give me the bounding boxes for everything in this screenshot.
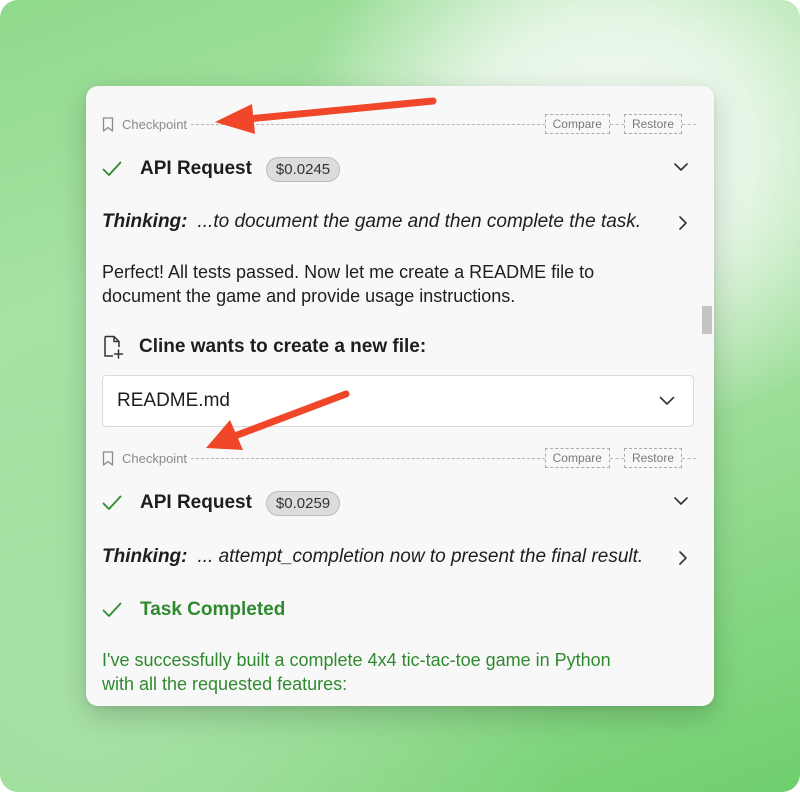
api-request-row-2[interactable]: API Request $0.0259 bbox=[102, 488, 694, 518]
check-icon bbox=[102, 602, 122, 617]
thinking-text: ...to document the game and then complet… bbox=[197, 211, 642, 232]
file-name: README.md bbox=[117, 390, 230, 411]
thinking-text: ... attempt_completion now to present th… bbox=[197, 546, 644, 567]
api-request-title: API Request bbox=[140, 158, 252, 179]
checkpoint-divider bbox=[609, 123, 624, 125]
checkpoint-divider bbox=[682, 457, 696, 459]
message-line: document the game and provide usage inst… bbox=[102, 286, 516, 306]
checkpoint-row-2: Checkpoint Compare Restore bbox=[102, 446, 696, 470]
create-file-row: Cline wants to create a new file: bbox=[102, 334, 426, 360]
checkpoint-label: Checkpoint bbox=[122, 450, 188, 466]
compare-button[interactable]: Compare bbox=[544, 448, 610, 468]
chevron-down-icon[interactable] bbox=[674, 162, 688, 172]
chevron-down-icon[interactable] bbox=[674, 496, 688, 506]
chat-panel: Checkpoint Compare Restore API Request $… bbox=[86, 86, 714, 706]
scrollbar-thumb[interactable] bbox=[702, 306, 712, 334]
compare-button[interactable]: Compare bbox=[544, 114, 610, 134]
completion-line: I've successfully built a complete 4x4 t… bbox=[102, 650, 611, 670]
checkpoint-row-1: Checkpoint Compare Restore bbox=[102, 112, 696, 136]
message-line: Perfect! All tests passed. Now let me cr… bbox=[102, 262, 595, 282]
thinking-label: Thinking: bbox=[102, 211, 188, 232]
bookmark-icon bbox=[102, 450, 114, 466]
completion-message: I've successfully built a complete 4x4 t… bbox=[102, 648, 682, 696]
completion-line: with all the requested features: bbox=[102, 674, 348, 694]
task-completed-title: Task Completed bbox=[140, 599, 286, 620]
assistant-message: Perfect! All tests passed. Now let me cr… bbox=[102, 260, 682, 308]
api-request-title: API Request bbox=[140, 492, 252, 513]
thinking-label: Thinking: bbox=[102, 546, 188, 567]
check-icon bbox=[102, 161, 122, 176]
check-icon bbox=[102, 495, 122, 510]
chevron-right-icon[interactable] bbox=[678, 216, 688, 230]
cost-badge: $0.0259 bbox=[265, 490, 341, 516]
thinking-row-2[interactable]: Thinking: ... attempt_completion now to … bbox=[102, 543, 694, 571]
checkpoint-divider bbox=[191, 457, 545, 459]
create-file-label: Cline wants to create a new file: bbox=[139, 336, 427, 357]
file-plus-icon bbox=[104, 335, 124, 359]
checkpoint-divider bbox=[682, 123, 696, 125]
checkpoint-divider bbox=[191, 123, 545, 125]
file-dropdown[interactable]: README.md bbox=[102, 375, 694, 427]
chevron-right-icon[interactable] bbox=[678, 551, 688, 565]
chevron-down-icon[interactable] bbox=[659, 396, 675, 406]
checkpoint-label: Checkpoint bbox=[122, 116, 188, 132]
restore-button[interactable]: Restore bbox=[623, 114, 682, 134]
checkpoint-divider bbox=[609, 457, 624, 459]
api-request-row-1[interactable]: API Request $0.0245 bbox=[102, 154, 694, 184]
bookmark-icon bbox=[102, 116, 114, 132]
cost-badge: $0.0245 bbox=[265, 156, 341, 182]
task-completed-row: Task Completed bbox=[102, 596, 285, 624]
thinking-row-1[interactable]: Thinking: ...to document the game and th… bbox=[102, 208, 694, 236]
restore-button[interactable]: Restore bbox=[623, 448, 682, 468]
